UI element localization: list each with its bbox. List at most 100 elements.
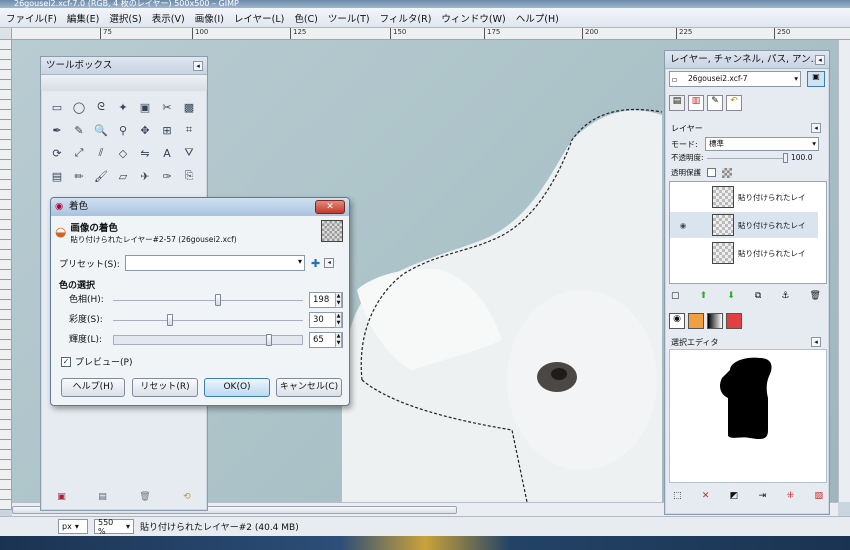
tab-channels[interactable]: ▥ bbox=[688, 95, 704, 111]
ok-button[interactable]: OK(O) bbox=[204, 378, 270, 397]
tab-layers[interactable]: ▤ bbox=[669, 95, 685, 111]
spin-arrows-icon[interactable]: ▲ ▼ bbox=[335, 312, 342, 328]
unit-select[interactable]: px ▾ bbox=[58, 519, 88, 534]
move-icon[interactable]: ✥ bbox=[135, 120, 155, 140]
opacity-slider[interactable] bbox=[707, 152, 788, 163]
vertical-scrollbar[interactable] bbox=[838, 40, 850, 502]
tab-undo[interactable]: ↶ bbox=[726, 95, 742, 111]
ellipse-select-icon[interactable]: ◯ bbox=[69, 97, 89, 117]
horizontal-ruler[interactable]: 75 100 125 150 175 200 225 250 bbox=[12, 28, 850, 40]
reset-button[interactable]: リセット(R) bbox=[132, 378, 198, 397]
close-button[interactable]: ✕ bbox=[315, 200, 345, 214]
select-all-icon[interactable]: ⬚ bbox=[673, 491, 682, 501]
layer-name[interactable]: 貼り付けられたレイ bbox=[738, 220, 806, 231]
layer-name[interactable]: 貼り付けられたレイ bbox=[738, 248, 806, 259]
layers-menu-icon[interactable]: ◂ bbox=[811, 123, 821, 133]
preview-checkbox[interactable]: ✓ bbox=[61, 356, 71, 367]
raise-layer-icon[interactable]: ⬆ bbox=[700, 291, 708, 301]
menu-file[interactable]: ファイル(F) bbox=[6, 11, 57, 25]
stroke-selection-icon[interactable]: ▨ bbox=[814, 491, 823, 501]
menu-filters[interactable]: フィルタ(R) bbox=[380, 11, 432, 25]
reset-icon[interactable]: ⟲ bbox=[183, 492, 191, 502]
saturation-slider[interactable] bbox=[113, 320, 303, 321]
paths-icon[interactable]: ✒ bbox=[47, 120, 67, 140]
blend-icon[interactable]: ▤ bbox=[47, 166, 67, 186]
bucket-fill-icon[interactable]: ⛛ bbox=[179, 143, 199, 163]
zoom-select[interactable]: 550 % ▾ bbox=[94, 518, 134, 536]
ink-icon[interactable]: ✑ bbox=[157, 166, 177, 186]
cancel-button[interactable]: キャンセル(C) bbox=[276, 378, 342, 397]
shear-icon[interactable]: ⫽ bbox=[91, 143, 111, 163]
tab-gradient[interactable] bbox=[707, 313, 723, 329]
rotate-icon[interactable]: ⟳ bbox=[47, 143, 67, 163]
menu-image[interactable]: 画像(I) bbox=[195, 11, 224, 25]
hue-slider[interactable] bbox=[113, 300, 303, 301]
layer-name[interactable]: 貼り付けられたレイ bbox=[738, 192, 806, 203]
menu-edit[interactable]: 編集(E) bbox=[67, 11, 99, 25]
lightness-slider-handle[interactable] bbox=[265, 334, 272, 346]
airbrush-icon[interactable]: ✈ bbox=[135, 166, 155, 186]
eye-icon[interactable]: ◉ bbox=[670, 221, 696, 230]
menu-layer[interactable]: レイヤー(L) bbox=[234, 11, 284, 25]
save-to-channel-icon[interactable]: ⇥ bbox=[759, 491, 767, 501]
lower-layer-icon[interactable]: ⬇ bbox=[727, 291, 735, 301]
selection-to-path-icon[interactable]: ⁜ bbox=[787, 491, 795, 501]
spin-arrows-icon[interactable]: ▲ ▼ bbox=[335, 332, 342, 348]
opacity-value[interactable]: 100.0 bbox=[791, 153, 812, 162]
color-picker-icon[interactable]: ✎ bbox=[69, 120, 89, 140]
preset-select[interactable]: ▾ bbox=[125, 255, 305, 271]
layer-item[interactable]: 貼り付けられたレイ bbox=[670, 184, 818, 210]
layer-item[interactable]: 貼り付けられたレイ bbox=[670, 240, 818, 266]
tab-menu-icon[interactable]: ◂ bbox=[815, 55, 825, 65]
new-layer-icon[interactable]: ▢ bbox=[671, 291, 680, 301]
select-none-icon[interactable]: ✕ bbox=[702, 491, 710, 501]
menu-select[interactable]: 選択(S) bbox=[109, 11, 141, 25]
rect-select-icon[interactable]: ▭ bbox=[47, 97, 67, 117]
eraser-icon[interactable]: ▱ bbox=[113, 166, 133, 186]
saturation-slider-handle[interactable] bbox=[167, 314, 173, 326]
menu-help[interactable]: ヘルプ(H) bbox=[516, 11, 559, 25]
crop-icon[interactable]: ⌗ bbox=[179, 120, 199, 140]
tab-colors[interactable] bbox=[688, 313, 704, 329]
measure-icon[interactable]: ⚲ bbox=[113, 120, 133, 140]
help-button[interactable]: ヘルプ(H) bbox=[61, 378, 125, 397]
tab-pointer[interactable]: ◉ bbox=[669, 313, 685, 329]
perspective-icon[interactable]: ◇ bbox=[113, 143, 133, 163]
mode-select[interactable]: 標準 ▾ bbox=[705, 137, 819, 151]
duplicate-layer-icon[interactable]: ⧉ bbox=[755, 291, 761, 301]
auto-button[interactable]: ▣ bbox=[807, 71, 825, 87]
preview-label[interactable]: プレビュー(P) bbox=[75, 355, 132, 368]
image-select[interactable]: ▫ 26gousei2.xcf-7 ▾ bbox=[669, 71, 801, 87]
pencil-icon[interactable]: ✏ bbox=[69, 166, 89, 186]
tab-paths[interactable]: ✎ bbox=[707, 95, 723, 111]
scissors-icon[interactable]: ✂ bbox=[157, 97, 177, 117]
spin-arrows-icon[interactable]: ▲ ▼ bbox=[335, 292, 342, 308]
delete-icon[interactable]: 🗑 bbox=[139, 492, 150, 502]
delete-layer-icon[interactable]: 🗑 bbox=[810, 291, 821, 301]
ruler-corner[interactable] bbox=[0, 28, 12, 40]
fuzzy-select-icon[interactable]: ✦ bbox=[113, 97, 133, 117]
flip-icon[interactable]: ⇋ bbox=[135, 143, 155, 163]
text-icon[interactable]: A bbox=[157, 143, 177, 163]
color-select-icon[interactable]: ▣ bbox=[135, 97, 155, 117]
layer-item[interactable]: ◉ 貼り付けられたレイ bbox=[670, 212, 818, 238]
anchor-layer-icon[interactable]: ⚓ bbox=[781, 291, 789, 301]
save-icon[interactable]: ▣ bbox=[57, 492, 66, 502]
vertical-ruler[interactable] bbox=[0, 40, 12, 510]
preset-menu-icon[interactable]: ◂ bbox=[324, 258, 335, 268]
hue-slider-handle[interactable] bbox=[214, 294, 221, 306]
zoom-icon[interactable]: 🔍 bbox=[91, 120, 111, 140]
restore-icon[interactable]: ▤ bbox=[98, 492, 107, 502]
lightness-slider[interactable] bbox=[113, 335, 303, 345]
foreground-select-icon[interactable]: ▩ bbox=[179, 97, 199, 117]
clone-icon[interactable]: ⎘ bbox=[179, 166, 199, 186]
tab-menu-icon[interactable]: ◂ bbox=[193, 61, 203, 71]
menu-tools[interactable]: ツール(T) bbox=[328, 11, 370, 25]
invert-selection-icon[interactable]: ◩ bbox=[730, 491, 739, 501]
scale-icon[interactable]: ⤢ bbox=[69, 143, 89, 163]
lock-alpha-checkbox[interactable] bbox=[707, 168, 716, 177]
menu-view[interactable]: 表示(V) bbox=[152, 11, 185, 25]
align-icon[interactable]: ⊞ bbox=[157, 120, 177, 140]
menu-color[interactable]: 色(C) bbox=[294, 11, 318, 25]
menu-windows[interactable]: ウィンドウ(W) bbox=[441, 11, 505, 25]
